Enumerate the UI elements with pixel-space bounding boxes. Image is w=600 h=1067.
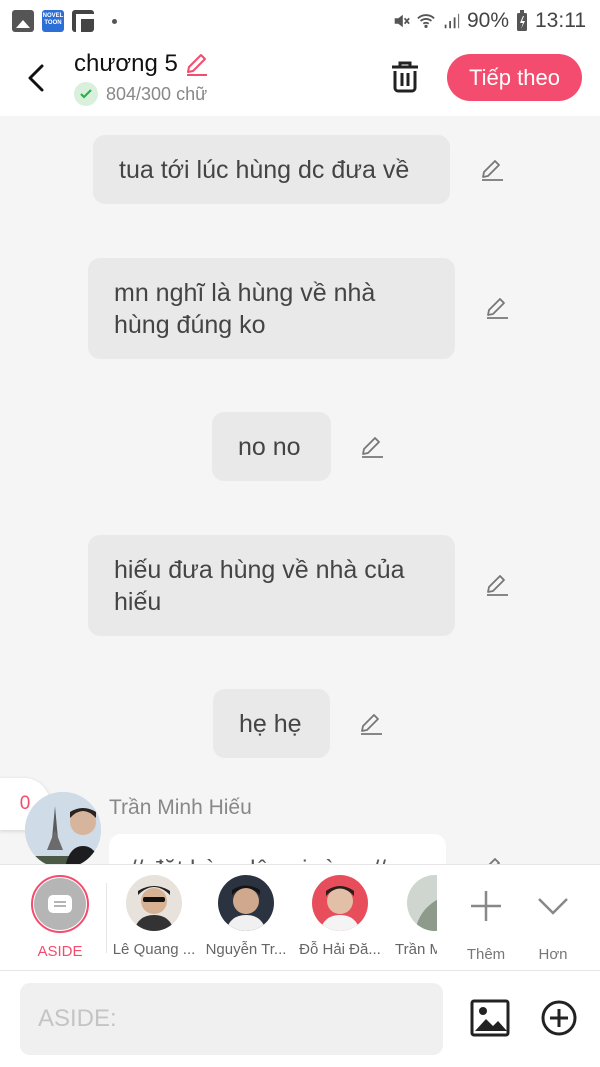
chapter-info: chương 5 804/300 chữ [74, 50, 210, 106]
character-strip: ASIDE Lê Quang ... Nguyễn Tr... Đỗ Hải Đ… [0, 864, 600, 971]
clock: 13:11 [535, 9, 586, 32]
message-text: tua tới lúc hùng dc đưa về [119, 155, 410, 184]
message-bubble[interactable]: no no [212, 412, 331, 481]
message-text: hẹ hẹ [239, 709, 302, 738]
character-name: Đỗ Hải Đă... [299, 941, 381, 958]
flipboard-notification-icon [72, 10, 94, 32]
plus-icon [471, 891, 501, 921]
edit-message-pencil-icon[interactable] [483, 571, 511, 599]
gallery-notification-icon [12, 10, 34, 32]
battery-percent: 90% [466, 9, 509, 32]
wifi-icon [417, 14, 435, 29]
next-button[interactable]: Tiếp theo [447, 54, 582, 101]
edit-title-pencil-icon[interactable] [184, 51, 210, 77]
trash-icon[interactable] [388, 58, 422, 94]
character-item[interactable]: Đỗ Hải Đă... [297, 875, 383, 958]
aside-avatar [31, 875, 89, 933]
mute-icon [394, 14, 410, 28]
more-notifications-dot-icon [112, 18, 117, 24]
edit-message-pencil-icon[interactable] [478, 854, 506, 864]
message-bubble[interactable]: tua tới lúc hùng dc đưa về [93, 135, 450, 204]
chapter-title[interactable]: chương 5 [74, 50, 178, 78]
character-avatar [312, 875, 368, 931]
character-name: Trần M [395, 941, 437, 958]
edit-message-pencil-icon[interactable] [358, 433, 386, 461]
edit-message-pencil-icon[interactable] [483, 294, 511, 322]
strip-divider [106, 883, 107, 953]
chat-area[interactable]: tua tới lúc hùng dc đưa về mn nghĩ là hù… [0, 116, 600, 864]
speaker-message-text: // đặt hùng lên giường // [130, 856, 386, 864]
signal-icon [444, 13, 460, 29]
speaker-avatar[interactable] [25, 792, 101, 864]
character-name: Lê Quang ... [112, 941, 196, 958]
edit-message-pencil-icon[interactable] [357, 710, 385, 738]
character-avatar [407, 875, 437, 931]
word-count: 804/300 chữ [106, 83, 208, 104]
add-character-button[interactable]: Thêm [456, 875, 516, 963]
add-circle-icon[interactable] [540, 999, 578, 1037]
character-aside[interactable]: ASIDE [17, 875, 103, 960]
message-text: mn nghĩ là hùng về nhà hùng đúng ko [114, 278, 376, 339]
message-bubble[interactable]: hẹ hẹ [213, 689, 330, 758]
speaker-name: Trần Minh Hiếu [109, 796, 252, 819]
editor-header: chương 5 804/300 chữ Tiếp theo [0, 42, 600, 116]
image-icon[interactable] [470, 999, 510, 1037]
character-item[interactable]: Nguyễn Tr... [203, 875, 289, 958]
character-item[interactable]: Lê Quang ... [111, 875, 197, 958]
composer [0, 971, 600, 1067]
check-icon [74, 82, 98, 106]
add-label: Thêm [466, 946, 506, 963]
chevron-down-icon [538, 898, 568, 915]
battery-icon [517, 10, 527, 31]
more-label: Hơn [538, 946, 568, 963]
message-bubble[interactable]: hiếu đưa hùng về nhà của hiếu [88, 535, 455, 636]
character-name: ASIDE [37, 943, 83, 960]
aside-speech-icon [48, 895, 72, 913]
more-characters-button[interactable]: Hơn [523, 875, 583, 963]
character-avatar [218, 875, 274, 931]
message-text: hiếu đưa hùng về nhà của hiếu [114, 555, 405, 616]
message-bubble[interactable]: mn nghĩ là hùng về nhà hùng đúng ko [88, 258, 455, 359]
novel-toon-notification-icon: NOVEL TOON [42, 10, 64, 32]
character-item[interactable]: Trần M [391, 875, 437, 958]
back-arrow-icon[interactable] [22, 60, 52, 96]
character-avatar [126, 875, 182, 931]
message-input[interactable] [20, 983, 443, 1055]
edit-message-pencil-icon[interactable] [478, 156, 506, 184]
message-text: no no [238, 432, 301, 461]
status-bar: NOVEL TOON 90% 13:11 [0, 0, 600, 42]
character-name: Nguyễn Tr... [205, 941, 287, 958]
